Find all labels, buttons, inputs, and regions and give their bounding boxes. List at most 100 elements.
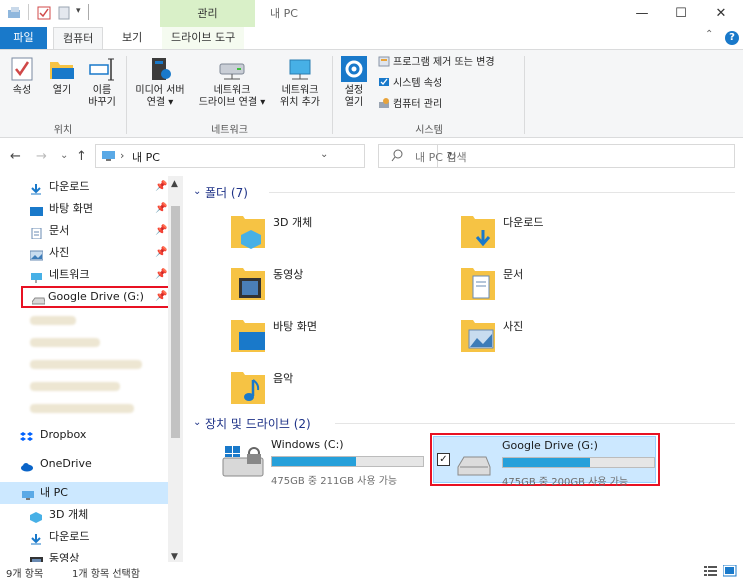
dropbox-icon <box>20 429 33 441</box>
pin-icon[interactable]: 📌 <box>155 242 167 264</box>
nav-item-documents[interactable]: 문서 📌 <box>0 220 168 242</box>
group-label-location: 위치 <box>53 125 73 136</box>
scroll-up-arrow-icon[interactable]: ▲ <box>171 179 178 189</box>
drive-google-drive-g[interactable]: ✓ Google Drive (G:) 475GB 중 200GB 사용 가능 <box>433 436 656 488</box>
settings-label-2: 열기 <box>344 97 364 108</box>
system-properties-label: 시스템 속성 <box>393 78 443 89</box>
properties-quick-icon[interactable] <box>37 6 51 20</box>
folder-downloads[interactable]: 다운로드 <box>461 210 681 254</box>
media-server-icon <box>147 56 173 82</box>
tab-view[interactable]: 보기 <box>113 27 151 49</box>
nav-item-pictures[interactable]: 사진 📌 <box>0 242 168 264</box>
tab-file[interactable]: 파일 <box>0 27 47 49</box>
close-button[interactable]: ✕ <box>703 0 739 27</box>
recent-locations-chevron-icon[interactable]: ⌄ <box>60 150 68 161</box>
tab-computer[interactable]: 컴퓨터 <box>53 27 104 49</box>
pin-icon[interactable]: 📌 <box>155 198 167 220</box>
media-server-label-1: 미디어 서버 <box>135 85 185 96</box>
drive-usage-bar <box>502 457 655 468</box>
media-server-button[interactable]: 미디어 서버 연결 ▾ <box>128 56 192 109</box>
tab-drive-tools[interactable]: 드라이브 도구 <box>162 27 245 49</box>
download-icon <box>30 531 43 545</box>
nav-item-downloads-2[interactable]: 다운로드 <box>0 526 168 548</box>
up-arrow-icon[interactable]: ↑ <box>76 149 87 164</box>
maximize-button[interactable]: ☐ <box>663 0 699 27</box>
qa-separator <box>28 4 29 20</box>
selection-checkbox[interactable]: ✓ <box>437 453 450 466</box>
nav-item-desktop[interactable]: 바탕 화면 📌 <box>0 198 168 220</box>
nav-item-this-pc[interactable]: 내 PC <box>0 482 168 504</box>
breadcrumb-separator: › <box>120 149 125 162</box>
document-icon <box>30 225 43 240</box>
collapse-chevron-icon[interactable]: ⌄ <box>193 186 201 197</box>
map-drive-label-1: 네트워크 <box>213 85 251 96</box>
system-properties-button[interactable]: 시스템 속성 <box>378 76 442 92</box>
open-button[interactable]: 열기 <box>44 56 80 97</box>
window-title: 내 PC <box>270 7 298 20</box>
pin-icon[interactable]: 📌 <box>155 176 167 198</box>
folder-documents[interactable]: 문서 <box>461 262 681 306</box>
back-arrow-icon[interactable]: ← <box>10 149 21 164</box>
rename-button[interactable]: 이름 바꾸기 <box>82 56 122 109</box>
folder-pictures[interactable]: 사진 <box>461 314 681 358</box>
onedrive-cloud-icon <box>20 458 33 472</box>
system-properties-icon <box>378 76 390 88</box>
address-bar[interactable]: › 내 PC ⌄ ↻ <box>95 144 457 168</box>
map-network-drive-button[interactable]: 네트워크 드라이브 연결 ▾ <box>194 56 270 109</box>
folder-desktop[interactable]: 바탕 화면 <box>231 314 451 358</box>
google-drive-icon <box>456 443 492 479</box>
uninstall-program-button[interactable]: 프로그램 제거 또는 변경 <box>378 55 495 71</box>
search-box[interactable]: 내 PC 검색 <box>378 144 735 168</box>
picture-icon <box>29 247 44 261</box>
nav-label: 다운로드 <box>49 530 90 543</box>
help-icon[interactable]: ? <box>725 31 739 45</box>
breadcrumb-this-pc[interactable]: 내 PC <box>132 149 160 165</box>
address-dropdown-chevron-icon[interactable]: ⌄ <box>320 149 328 160</box>
large-icons-view-icon[interactable] <box>722 564 737 577</box>
nav-item-downloads[interactable]: 다운로드 📌 <box>0 176 168 198</box>
minimize-button[interactable]: — <box>624 0 660 27</box>
collapse-chevron-icon[interactable]: ⌄ <box>193 417 201 428</box>
uninstall-label: 프로그램 제거 또는 변경 <box>393 57 495 68</box>
qa-customize-icon[interactable]: ▾ <box>76 6 81 16</box>
nav-label: 사진 <box>49 246 70 259</box>
nav-scrollbar-thumb[interactable] <box>171 206 180 438</box>
nav-item-3d-objects[interactable]: 3D 개체 <box>0 504 168 526</box>
drive-free-space: 475GB 중 200GB 사용 가능 <box>502 477 629 488</box>
forward-arrow-icon[interactable]: → <box>36 149 47 164</box>
videos-folder-icon <box>231 262 265 302</box>
add-network-location-button[interactable]: 네트워크 위치 추가 <box>272 56 328 109</box>
pin-icon[interactable]: 📌 <box>155 220 167 242</box>
nav-item-network[interactable]: 네트워크 📌 <box>0 264 168 286</box>
folder-name: 음악 <box>273 372 294 385</box>
title-bar: ▾ 관리 내 PC — ☐ ✕ <box>0 0 743 27</box>
nav-label: 내 PC <box>40 486 68 499</box>
rename-label-1: 이름 <box>92 85 112 96</box>
devices-section-header[interactable]: 장치 및 드라이브 (2) <box>205 415 311 432</box>
rename-label-2: 바꾸기 <box>88 97 116 108</box>
pin-icon[interactable]: 📌 <box>155 264 167 286</box>
nav-item-onedrive[interactable]: OneDrive <box>0 453 168 475</box>
context-tab-manage: 관리 <box>160 0 255 27</box>
drive-windows-c[interactable]: Windows (C:) 475GB 중 211GB 사용 가능 <box>221 436 431 488</box>
computer-management-button[interactable]: 컴퓨터 관리 <box>378 97 442 113</box>
details-view-icon[interactable] <box>704 565 718 577</box>
properties-button[interactable]: 속성 <box>4 56 40 97</box>
scroll-down-arrow-icon[interactable]: ▼ <box>171 552 178 562</box>
folder-3d-objects[interactable]: 3D 개체 <box>231 210 451 254</box>
nav-item-dropbox[interactable]: Dropbox <box>0 424 168 446</box>
new-folder-quick-icon[interactable] <box>57 6 71 20</box>
network-icon <box>30 269 43 283</box>
download-icon <box>30 181 43 195</box>
computer-management-icon <box>378 97 390 109</box>
explorer-icon[interactable] <box>8 6 22 20</box>
folder-videos[interactable]: 동영상 <box>231 262 451 306</box>
folder-music[interactable]: 음악 <box>231 366 451 410</box>
open-settings-button[interactable]: 설정 열기 <box>336 56 372 109</box>
3d-objects-icon <box>30 509 43 523</box>
content-pane: ⌄ 폴더 (7) 3D 개체 다운로드 동영상 문서 바탕 화면 사진 음악 ⌄… <box>183 176 743 566</box>
folders-section-header[interactable]: 폴더 (7) <box>205 184 248 201</box>
folder-name: 동영상 <box>273 268 304 281</box>
blurred-item <box>30 316 76 325</box>
collapse-ribbon-icon[interactable]: ⌃ <box>705 29 713 40</box>
